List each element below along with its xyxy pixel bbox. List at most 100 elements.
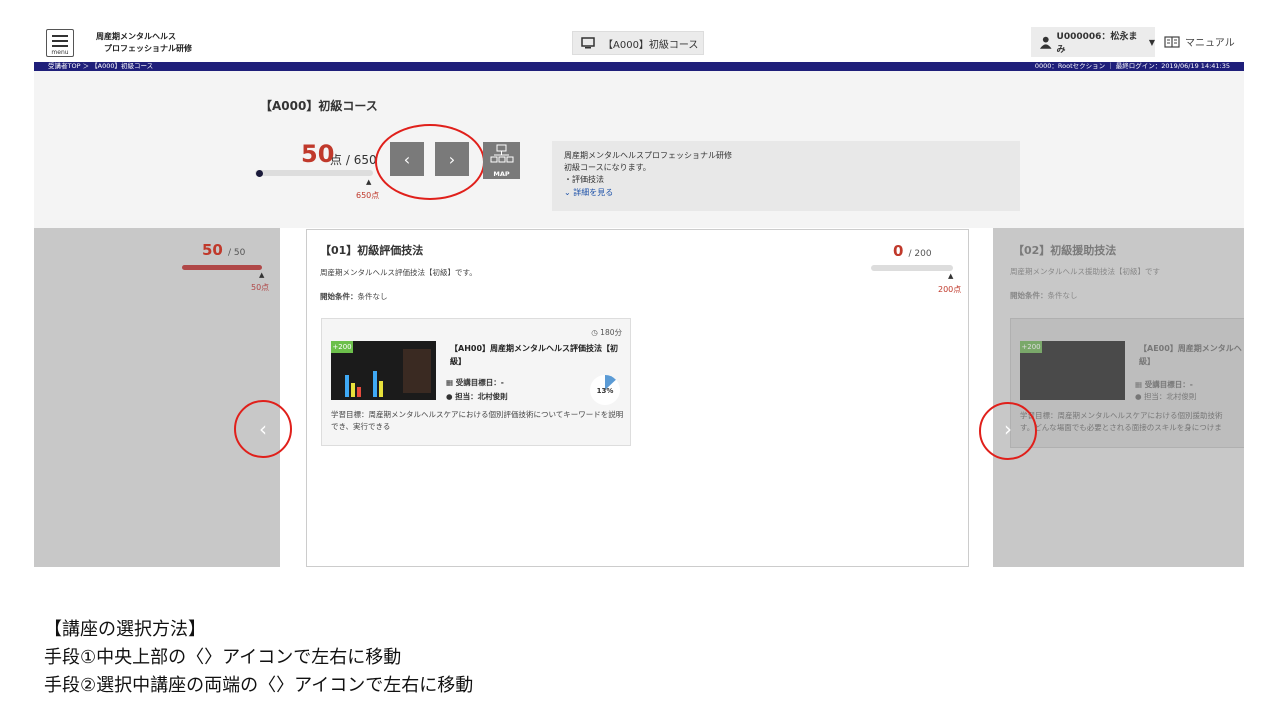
next-unit-title-line: 【AE00】周産期メンタルヘ <box>1139 344 1242 353</box>
lesson-title: 【01】初級評価技法 <box>320 244 424 257</box>
next-lesson-desc: 周産期メンタルヘルス援助技法【初級】です <box>1010 267 1160 276</box>
details-toggle[interactable]: ⌄ 詳細を見る <box>564 187 732 199</box>
page-title: 【A000】初級コース <box>260 99 378 113</box>
next-unit-title-line: 級】 <box>1139 357 1155 366</box>
calendar-icon: ▦ <box>1135 380 1143 389</box>
highlight-circle-right <box>979 402 1037 460</box>
course-progress-bar <box>255 170 373 176</box>
instruction-line: 手段②選択中講座の両端の〈〉アイコンで左右に移動 <box>44 675 474 696</box>
prev-lesson-card[interactable]: 50 / 50 ▲ 50点 <box>34 228 280 567</box>
next-lesson-card[interactable]: 【02】初級援助技法 周産期メンタルヘルス援助技法【初級】です 開始条件：条件な… <box>993 228 1244 567</box>
brand-line2: プロフェッショナル研修 <box>104 44 192 53</box>
prev-score: 50 / 50 <box>202 240 245 259</box>
session-info: 0000：Rootセクション ｜ 最終ログイン：2019/06/19 14:41… <box>1034 62 1230 70</box>
thumb-photo <box>403 349 431 393</box>
prev-marker-label: 50点 <box>251 283 270 292</box>
unit-time-value: 180分 <box>600 328 622 337</box>
instruction-line: 手段①中央上部の〈〉アイコンで左右に移動 <box>44 647 402 668</box>
menu-icon-bar <box>52 40 68 42</box>
map-button[interactable]: MAP <box>483 142 520 179</box>
menu-label: menu <box>51 49 69 56</box>
details-label: 詳細を見る <box>573 188 614 197</box>
unit-card[interactable]: ◷ 180分 +200 【AH00】周産期メンタルヘルス評価技法【初級】 ▦ 受… <box>321 318 631 446</box>
user-name: U000006：松永まみ <box>1056 32 1138 55</box>
thumb-bar <box>345 375 349 397</box>
instructor-label: 担当：北村俊則 <box>455 392 508 401</box>
next-unit-title: 【AE00】周産期メンタルヘ 級】 <box>1139 342 1242 368</box>
course-description: 周産期メンタルヘルスプロフェッショナル研修 初級コースになります。 ・評価技法 … <box>552 141 1020 211</box>
next-unit-goal-line: 学習目標：周産期メンタルヘルスケアにおける個別援助技術 <box>1020 411 1223 420</box>
caret-down-icon: ▼ <box>1148 37 1155 47</box>
next-unit-target-date: ▦ 受講目標日：- <box>1135 379 1193 390</box>
course-chip[interactable]: 【A000】初級コース <box>572 31 704 55</box>
progress-pie: 13% <box>590 375 620 405</box>
menu-button[interactable]: menu <box>46 29 74 57</box>
prev-score-value: 50 <box>202 241 223 259</box>
brand-line1: 周産期メンタルヘルス <box>96 32 176 41</box>
clock-icon: ◷ <box>591 328 598 337</box>
chevron-down-icon: ⌄ <box>564 188 571 197</box>
lesson-score: 0 / 200 <box>893 241 932 260</box>
sitemap-icon <box>490 144 514 163</box>
next-unit-card[interactable]: +200 【AE00】周産期メンタルヘ 級】 ▦ 受講目標日：- ● 担当：北村俊… <box>1010 318 1244 448</box>
unit-time: ◷ 180分 <box>591 327 622 338</box>
points-badge: +200 <box>331 341 353 353</box>
next-lesson-title: 【02】初級援助技法 <box>1013 244 1117 257</box>
breadcrumb-bar: 受講者TOP ＞ 【A000】初級コース 0000：Rootセクション ｜ 最終… <box>34 62 1244 71</box>
unit-title[interactable]: 【AH00】周産期メンタルヘルス評価技法【初級】 <box>450 342 624 368</box>
progress-percent: 13% <box>597 387 614 395</box>
breadcrumb[interactable]: 受講者TOP ＞ 【A000】初級コース <box>48 62 153 71</box>
lesson-score-value: 0 <box>893 242 904 260</box>
next-unit-thumbnail: +200 <box>1020 341 1125 400</box>
map-label: MAP <box>493 170 510 178</box>
thumb-bar <box>357 387 361 397</box>
prev-progress-bar <box>182 265 262 270</box>
progress-dot <box>256 170 263 177</box>
highlight-circle-left <box>234 400 292 458</box>
book-icon <box>1164 35 1180 48</box>
lesson-condition: 開始条件：条件なし <box>320 291 388 302</box>
next-unit-goal: 学習目標：周産期メンタルヘルスケアにおける個別援助技術 す。どんな場面でも必要とさ… <box>1020 410 1223 434</box>
menu-icon-bar <box>52 45 68 47</box>
course-score-total: 点 / 650 <box>330 151 377 168</box>
instructor-label: 担当：北村俊則 <box>1143 392 1197 401</box>
user-icon: ● <box>446 392 453 401</box>
points-badge: +200 <box>1020 341 1042 353</box>
next-unit-goal-line: す。どんな場面でも必要とされる面接のスキルを身につけま <box>1020 423 1222 432</box>
lesson-marker-label: 200点 <box>938 285 962 294</box>
marker-triangle-icon: ▲ <box>259 271 265 279</box>
unit-target-date: ▦ 受講目標日：- <box>446 377 504 388</box>
monitor-icon <box>581 37 595 49</box>
desc-line: ・評価技法 <box>564 175 604 184</box>
target-date-label: 受講目標日：- <box>1144 380 1193 389</box>
thumb-bar <box>351 383 355 397</box>
desc-line: 周産期メンタルヘルスプロフェッショナル研修 <box>564 151 732 160</box>
marker-triangle-icon: ▲ <box>366 178 372 186</box>
unit-goal: 学習目標：周産期メンタルヘルスケアにおける個別評価技術についてキーワードを説明で… <box>331 410 624 431</box>
lesson-score-total: / 200 <box>908 249 932 259</box>
thumb-bar <box>373 371 377 397</box>
highlight-circle-top <box>375 124 485 200</box>
condition-value: 条件なし <box>357 292 388 301</box>
condition-value: 条件なし <box>1047 291 1078 300</box>
unit-instructor: ● 担当：北村俊則 <box>446 391 508 402</box>
calendar-icon: ▦ <box>446 378 454 387</box>
condition-label: 開始条件： <box>1010 291 1048 300</box>
user-menu[interactable]: U000006：松永まみ ▼ <box>1031 27 1155 57</box>
instruction-heading: 【講座の選択方法】 <box>44 619 206 640</box>
user-icon <box>1040 36 1052 49</box>
marker-triangle-icon: ▲ <box>948 272 954 280</box>
manual-label: マニュアル <box>1185 38 1235 49</box>
menu-icon <box>52 35 68 37</box>
lesson-desc: 周産期メンタルヘルス評価技法【初級】です。 <box>320 268 477 277</box>
prev-score-total: / 50 <box>227 248 246 258</box>
course-chip-label: 【A000】初級コース <box>603 39 699 51</box>
score-unit: 点 <box>330 153 343 167</box>
score-total: / 650 <box>345 153 377 167</box>
manual-link[interactable]: マニュアル <box>1164 34 1235 49</box>
next-unit-instructor: ● 担当：北村俊則 <box>1135 391 1196 402</box>
progress-marker-label: 650点 <box>356 191 380 200</box>
user-icon: ● <box>1135 392 1142 401</box>
unit-thumbnail: +200 <box>331 341 436 400</box>
lesson-progress-bar <box>871 265 953 271</box>
